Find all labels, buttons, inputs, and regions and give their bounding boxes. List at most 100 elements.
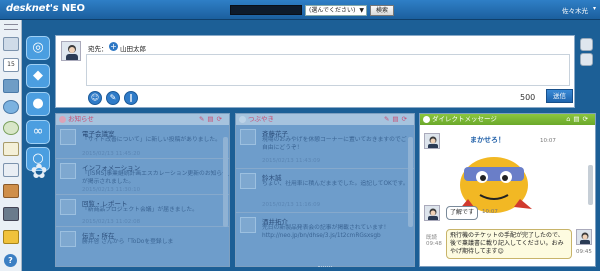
scrollbar[interactable] [408,137,413,227]
recipient-name[interactable]: 山田太郎 [120,43,146,53]
panel-tools[interactable]: ⌂▤⟳ [566,114,591,125]
dm-conversation: まかせろ！ 10:07 了解です 10:07 既読 09:48 飛行機のチケット… [420,125,595,266]
list-item[interactable]: 回覧・レポート 「新商品プロジェクト会議」が届きました。 2015/02/13 … [56,195,229,227]
download-icon[interactable] [3,100,19,114]
bell-icon [59,116,66,123]
chat-bubbles-glyph: ∞ [32,124,44,139]
add-recipient-icon[interactable]: + [109,42,118,51]
app-logo[interactable]: desknet's NEO [6,3,85,14]
message-bubble: 了解です [446,206,479,220]
avatar [424,205,440,221]
list-item[interactable]: 斉藤花子 現場のおみやげを休憩コーナーに置いておきますのでご自由にどうぞ！ 20… [236,125,414,169]
send-button[interactable]: 送信 [546,89,573,103]
logo-suffix: NEO [61,3,85,14]
direct-message-panel: ダイレクトメッセージ ⌂▤⟳ まかせろ！ 10:07 了解です 10:07 既読… [419,113,596,267]
dm-panel-header: ダイレクトメッセージ ⌂▤⟳ [420,114,595,125]
help-icon[interactable]: ? [4,254,17,267]
avatar [61,41,81,61]
scrollbar[interactable] [588,165,593,205]
left-rail: 15 ? [0,20,22,271]
sticker-caption: まかせろ！ [470,136,505,144]
chat-glyph: ◆ [33,68,43,83]
person-icon [423,116,430,123]
notes-icon[interactable] [3,142,19,156]
list-item[interactable]: インフォメーション 「[ISMS]事業継続計画エスカレーション更新のお知らせ」が… [56,159,229,195]
calendar-icon[interactable]: 15 [3,58,19,72]
folder-icon[interactable] [3,207,19,221]
item-text: 勝井啓 さんから「ToDoを登録しま [82,239,174,245]
top-bar: desknet's NEO (選んでください) ▼ 検索 佐々木光 ▾ [0,0,600,20]
gear-icon[interactable]: ✿ [28,160,50,182]
avatar [240,217,256,233]
resize-handle[interactable] [318,266,332,269]
info-icon [60,163,76,179]
emoji-icon[interactable]: ☺ [88,91,102,105]
person-icon[interactable]: ● [26,92,50,116]
list-item[interactable]: 伝言・所在 勝井啓 さんから「ToDoを登録しま [56,227,229,266]
search-input[interactable] [230,5,302,15]
message-time: 09:45 [576,249,592,255]
chat-list: 斉藤花子 現場のおみやげを休憩コーナーに置いておきますのでご自由にどうぞ！ 20… [236,125,414,266]
attach-icon[interactable]: ∥ [124,91,138,105]
item-text: 「サイト改善について」に新しい投稿がありました。 [82,137,221,143]
search-button[interactable]: 検索 [370,5,394,16]
destination-label: 宛先： [88,45,108,53]
chevron-down-icon: ▼ [359,7,364,14]
message-textarea[interactable] [86,54,570,86]
report-icon[interactable] [3,163,19,177]
scrollbar[interactable] [223,137,228,227]
item-text: 先日の新製品発表会の記事が掲載されています！ http://neo.jp/bn/… [262,225,390,239]
avatar [576,229,592,245]
item-text: 現場のおみやげを休憩コーナーに置いておきますのでご自由にどうぞ！ [262,137,407,151]
dm-title: ダイレクトメッセージ [432,115,497,123]
list-item[interactable]: 鈴木誠 ちょい、社用車に積んだままでした。追記してOKです。 2015/02/1… [236,169,414,213]
message-time: 10:07 [540,138,556,144]
item-timestamp: 2015/02/13 11:30:10 [82,187,141,193]
report-icon [60,199,76,215]
panel-tools[interactable]: ✎▤⟳ [384,114,410,125]
read-label: 既読 [426,235,438,241]
portal-icon[interactable] [3,37,19,51]
item-timestamp: 2015/02/13 11:02:08 [82,219,141,225]
chat-icon[interactable]: ◆ [26,64,50,88]
broadcast-icon[interactable]: ◎ [26,36,50,60]
item-timestamp: 2015/02/13 11:16:09 [262,202,321,208]
pen-icon[interactable]: ✎ [106,91,120,105]
item-timestamp: 2015/02/13 11:43:09 [262,158,321,164]
notifications-panel: お知らせ ✎▤⟳ 電子会議室 「サイト改善について」に新しい投稿がありました。 … [55,113,230,267]
chat-panel: つぶやき ✎▤⟳ 斉藤花子 現場のおみやげを休憩コーナーに置いておきますのでご自… [235,113,415,267]
user-menu[interactable]: 佐々木光 [562,5,588,15]
item-text: 「新商品プロジェクト会議」が届きました。 [82,207,198,213]
notifications-list: 電子会議室 「サイト改善について」に新しい投稿がありました。 2015/02/1… [56,125,229,266]
notifications-panel-header: お知らせ ✎▤⟳ [56,114,229,125]
search-scope-select[interactable]: (選んでください) ▼ [305,5,367,16]
user-settings-icon[interactable] [580,53,593,66]
item-text: ちょい、社用車に積んだままでした。追記してOKです。 [262,181,409,187]
menu-icon[interactable] [4,24,18,30]
recycle-icon[interactable] [3,121,19,135]
broadcast-glyph: ◎ [32,40,44,55]
item-timestamp: 2015/02/13 11:45:20 [82,151,141,157]
list-item[interactable]: 電子会議室 「サイト改善について」に新しい投稿がありました。 2015/02/1… [56,125,229,159]
chat-bubbles-icon[interactable]: ∞ [26,120,50,144]
folder-icon[interactable] [3,184,19,198]
chat-icon [239,116,246,123]
desktop-icon[interactable] [3,79,19,93]
list-item[interactable]: 酒井拓介 先日の新製品発表会の記事が掲載されています！ http://neo.j… [236,213,414,266]
avatar [240,173,256,189]
read-time: 09:48 [426,241,442,247]
logo-text: desknet's [6,3,59,14]
item-text: 「[ISMS]事業継続計画エスカレーション更新のお知らせ」が掲示されました。 [82,171,230,185]
scope-value: (選んでください) [309,7,356,14]
folder-icon[interactable] [3,230,19,244]
chat-title: つぶやき [248,115,274,123]
chevron-down-icon[interactable]: ▾ [593,5,596,12]
chat-settings-icon[interactable] [580,38,593,51]
person-glyph: ● [32,96,44,111]
panel-tools[interactable]: ✎▤⟳ [199,114,225,125]
char-count: 500 [520,93,536,102]
message-icon [60,231,76,247]
notifications-title: お知らせ [68,115,94,123]
board-icon [60,129,76,145]
avatar [240,129,256,145]
